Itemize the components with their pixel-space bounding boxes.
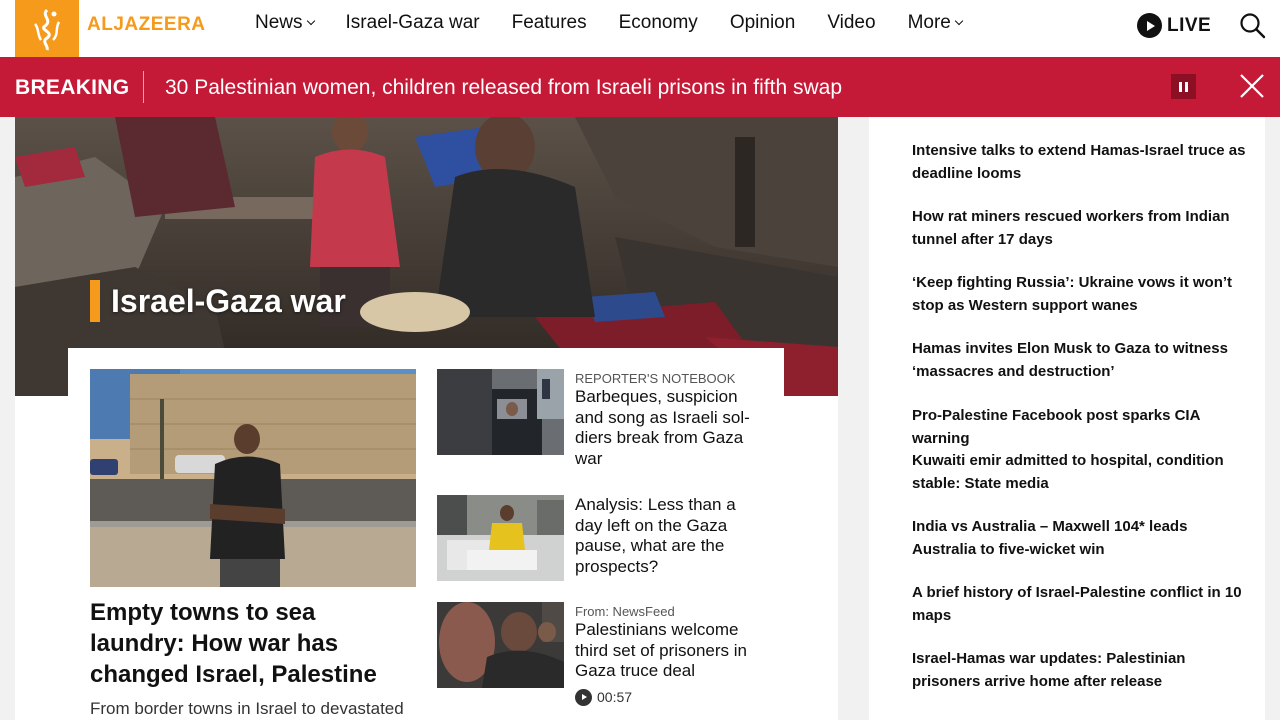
breaking-headline[interactable]: 30 Palestinian women, children released … [165, 76, 842, 100]
duration-label: 00:57 [597, 689, 633, 705]
nav-item-opinion[interactable]: Opinion [730, 12, 796, 34]
nav-item-more[interactable]: More [907, 12, 964, 34]
chevron-down-icon [306, 16, 315, 26]
most-read-sidebar: Intensive talks to extend Hamas-Israel t… [869, 117, 1265, 720]
nav-label: News [255, 12, 303, 33]
chevron-down-icon [954, 16, 964, 26]
sidebar-headline[interactable]: Intensive talks to extend Hamas-Israel t… [912, 140, 1247, 185]
hero-title[interactable]: Israel-Gaza war [111, 283, 346, 320]
lead-story-title[interactable]: Empty towns to sea laundry: How war has … [90, 597, 410, 690]
nav-item-israel-gaza-war[interactable]: Israel-Gaza war [346, 12, 480, 34]
nav-item-economy[interactable]: Economy [619, 12, 698, 34]
nav-label: Israel-Gaza war [345, 12, 480, 33]
nav-item-video[interactable]: Video [827, 12, 875, 34]
nav-label: Video [827, 12, 876, 33]
sidebar-headline[interactable]: Kuwaiti emir admitted to hospital, condi… [912, 450, 1247, 495]
divider [143, 71, 144, 103]
story-kicker: REPORTER'S NOTEBOOK [575, 371, 736, 386]
live-button[interactable]: LIVE [1137, 13, 1211, 38]
sidebar-headline[interactable]: ‘Keep fighting Russia’: Ukraine vows it … [912, 272, 1247, 317]
lead-story-image[interactable] [90, 369, 416, 587]
live-label: LIVE [1167, 14, 1212, 36]
story-title[interactable]: Barbeques, suspicion and song as Israeli… [575, 387, 765, 469]
sidebar-headline[interactable]: A brief history of Israel-Palestine conf… [912, 582, 1247, 627]
sidebar-headline[interactable]: Israel-Hamas war updates: Palestinian pr… [912, 648, 1247, 693]
sidebar-headline[interactable]: Pro-Palestine Facebook post sparks CIA w… [912, 405, 1247, 450]
aljazeera-logo-icon[interactable] [15, 0, 79, 57]
story-thumbnail[interactable] [437, 369, 564, 455]
nav-label: Features [511, 12, 587, 33]
story-title[interactable]: Analysis: Less than a day left on the Ga… [575, 495, 765, 577]
video-duration: 00:57 [575, 688, 765, 706]
nav-label: Economy [618, 12, 698, 33]
main-nav: News Israel-Gaza war Features Economy Op… [255, 12, 994, 34]
breaking-label: BREAKING [15, 76, 130, 99]
site-header: ALJAZEERA News Israel-Gaza war Features … [0, 0, 1280, 57]
story-kicker: From: NewsFeed [575, 604, 675, 619]
nav-label: More [907, 12, 951, 33]
story-thumbnail[interactable] [437, 602, 564, 688]
logo-wordmark[interactable]: ALJAZEERA [87, 14, 206, 36]
breaking-news-bar: BREAKING 30 Palestinian women, children … [0, 57, 1280, 117]
pause-icon[interactable] [1171, 74, 1196, 99]
nav-label: Opinion [729, 12, 796, 33]
sidebar-headline[interactable]: How rat miners rescued workers from Indi… [912, 206, 1247, 251]
hero-accent-bar [90, 280, 100, 322]
search-icon[interactable] [1239, 12, 1266, 39]
lead-story-summary: From border towns in Israel to devastate… [90, 699, 404, 718]
play-icon [1137, 13, 1162, 38]
story-thumbnail[interactable] [437, 495, 564, 581]
nav-item-features[interactable]: Features [512, 12, 587, 34]
sidebar-headline[interactable]: Hamas invites Elon Musk to Gaza to witne… [912, 338, 1247, 383]
nav-item-news[interactable]: News [255, 12, 315, 34]
story-title[interactable]: Palestinians welcome third set of prison… [575, 620, 765, 682]
sidebar-headline[interactable]: India vs Australia – Maxwell 104* leads … [912, 516, 1247, 561]
play-icon [575, 688, 592, 706]
close-icon[interactable] [1238, 72, 1266, 100]
